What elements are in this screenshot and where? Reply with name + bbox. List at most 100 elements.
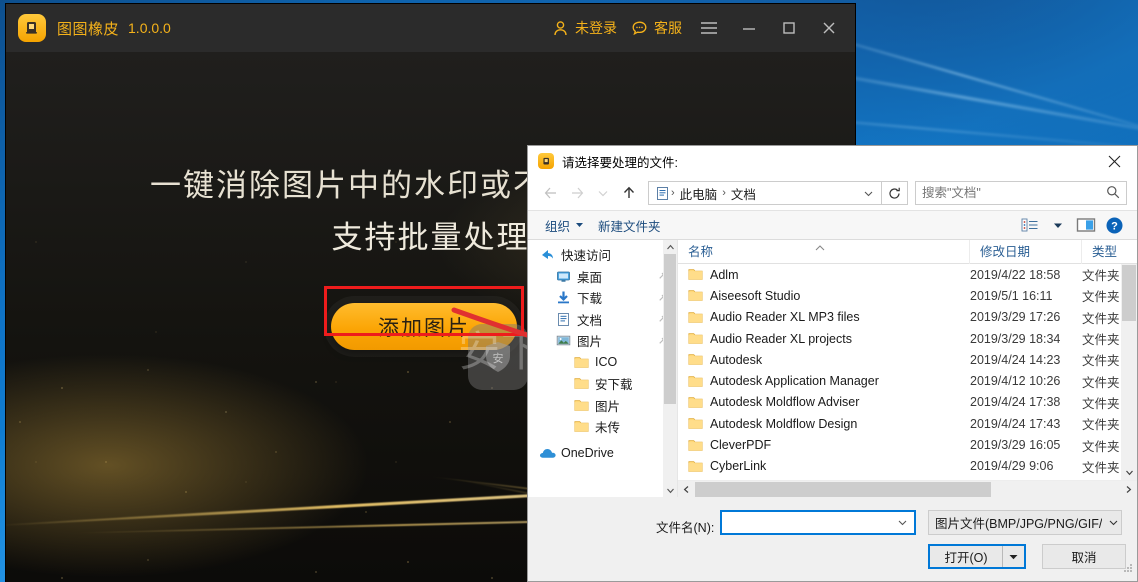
- table-row[interactable]: Autodesk Application Manager 2019/4/12 10…: [678, 370, 1137, 391]
- close-icon[interactable]: [809, 8, 849, 48]
- file-name-label: Autodesk Moldflow Design: [710, 416, 858, 431]
- folder-icon: [688, 460, 703, 473]
- nav-item-1[interactable]: 桌面: [528, 266, 677, 288]
- chevron-down-icon[interactable]: [857, 182, 879, 204]
- horizontal-scroll-thumb[interactable]: [695, 481, 991, 497]
- add-image-button[interactable]: 添加图片: [331, 303, 517, 350]
- eraser-app-icon: [538, 153, 554, 169]
- nav-item-8[interactable]: 未传: [528, 416, 677, 438]
- nav-item-0[interactable]: 快速访问: [528, 244, 677, 266]
- chevron-down-icon[interactable]: [1121, 464, 1137, 480]
- cancel-button[interactable]: 取消: [1042, 544, 1126, 569]
- nav-item-3[interactable]: 文档: [528, 309, 677, 331]
- nav-item-4[interactable]: 图片: [528, 330, 677, 352]
- folder-icon: [570, 399, 592, 412]
- minimize-icon[interactable]: [729, 8, 769, 48]
- filename-label: 文件名(N):: [656, 521, 715, 535]
- login-label: 未登录: [575, 20, 617, 36]
- nav-item-9[interactable]: OneDrive: [528, 443, 677, 465]
- open-split-caret-down-icon[interactable]: [1002, 546, 1024, 567]
- column-header-date[interactable]: 修改日期: [970, 239, 1082, 264]
- folder-icon: [688, 375, 703, 388]
- table-row[interactable]: Aiseesoft Studio 2019/5/1 16:11 文件夹: [678, 285, 1137, 306]
- file-type-filter-dropdown[interactable]: 图片文件(BMP/JPG/PNG/GIF/: [928, 510, 1122, 535]
- nav-item-7[interactable]: 图片: [528, 395, 677, 417]
- file-name-cell: CleverPDF: [678, 438, 970, 452]
- column-header-type[interactable]: 类型: [1082, 240, 1138, 264]
- resize-grip[interactable]: [1122, 561, 1134, 579]
- chevron-down-icon[interactable]: [892, 513, 912, 533]
- recent-locations-chevron-down-icon[interactable]: [590, 180, 616, 206]
- breadcrumb[interactable]: › 此电脑 › 文档: [648, 181, 882, 205]
- close-icon[interactable]: [1091, 146, 1137, 176]
- sort-ascending-icon: [814, 241, 826, 255]
- horizontal-scrollbar[interactable]: [678, 480, 1137, 497]
- nav-item-2[interactable]: 下载: [528, 287, 677, 309]
- file-name-label: Autodesk Moldflow Adviser: [710, 395, 860, 410]
- pictures-icon: [552, 333, 574, 348]
- breadcrumb-item-1[interactable]: 文档: [726, 184, 761, 203]
- nav-item-5[interactable]: ICO: [528, 352, 677, 374]
- support-button[interactable]: 客服: [624, 14, 689, 42]
- view-options-icon[interactable]: [1017, 214, 1043, 236]
- file-list-scrollbar[interactable]: [1121, 264, 1137, 480]
- folder-icon: [688, 439, 703, 452]
- filename-field[interactable]: [727, 515, 892, 530]
- horizontal-scroll-track[interactable]: [695, 481, 1120, 498]
- nav-item-6[interactable]: 安下载: [528, 373, 677, 395]
- chevron-left-icon[interactable]: [678, 481, 695, 498]
- chevron-down-icon[interactable]: [1108, 517, 1119, 528]
- folder-icon: [688, 311, 703, 324]
- chevron-right-icon[interactable]: [1120, 481, 1137, 498]
- file-name-cell: Autodesk Application Manager: [678, 374, 970, 388]
- open-button[interactable]: 打开(O): [928, 544, 1026, 569]
- table-row[interactable]: CleverPDF 2019/3/29 16:05 文件夹: [678, 434, 1137, 455]
- table-row[interactable]: CyberLink 2019/4/29 9:06 文件夹: [678, 456, 1137, 477]
- table-row[interactable]: Adlm 2019/4/22 18:58 文件夹: [678, 264, 1137, 285]
- navigation-scroll-thumb[interactable]: [664, 254, 676, 404]
- arrow-up-icon[interactable]: [616, 180, 642, 206]
- table-row[interactable]: Autodesk Moldflow Design 2019/4/24 17:43 文…: [678, 413, 1137, 434]
- nav-item-label: 下载: [577, 292, 603, 307]
- hamburger-menu-icon[interactable]: [689, 8, 729, 48]
- maximize-icon[interactable]: [769, 8, 809, 48]
- arrow-right-icon[interactable]: [564, 180, 590, 206]
- arrow-left-icon[interactable]: [538, 180, 564, 206]
- folder-icon: [570, 377, 592, 390]
- breadcrumb-item-0[interactable]: 此电脑: [675, 184, 723, 203]
- file-name-cell: Adlm: [678, 268, 970, 282]
- dialog-title: 请选择要处理的文件:: [562, 155, 678, 170]
- preview-pane-icon[interactable]: [1073, 214, 1099, 236]
- table-row[interactable]: Audio Reader XL MP3 files 2019/3/29 17:26…: [678, 307, 1137, 328]
- nav-item-label: 未传: [595, 421, 621, 436]
- refresh-icon[interactable]: [882, 181, 908, 205]
- nav-item-label: 安下载: [595, 378, 633, 393]
- table-row[interactable]: Audio Reader XL projects 2019/3/29 18:34 文…: [678, 328, 1137, 349]
- search-field[interactable]: [922, 186, 1106, 200]
- app-title-bar: 图图橡皮 1.0.0.0 未登录 客服: [6, 4, 855, 52]
- app-version: 1.0.0.0: [128, 20, 171, 36]
- view-caret-down-icon[interactable]: [1045, 214, 1071, 236]
- file-name-label: Audio Reader XL MP3 files: [710, 310, 860, 325]
- table-row[interactable]: Autodesk Moldflow Adviser 2019/4/24 17:38…: [678, 392, 1137, 413]
- chevron-up-icon[interactable]: [666, 240, 675, 254]
- new-folder-button[interactable]: 新建文件夹: [591, 213, 668, 238]
- folder-icon: [688, 289, 703, 302]
- nav-item-label: 图片: [595, 399, 621, 414]
- search-input[interactable]: [915, 181, 1127, 205]
- support-label: 客服: [654, 20, 682, 36]
- file-date-cell: 2019/4/12 10:26: [970, 374, 1061, 389]
- organize-button[interactable]: 组织: [538, 213, 591, 238]
- login-button[interactable]: 未登录: [545, 14, 624, 42]
- file-list-scroll-thumb[interactable]: [1122, 265, 1136, 321]
- file-date-cell: 2019/4/22 18:58: [970, 267, 1061, 282]
- filename-input[interactable]: [720, 510, 916, 535]
- chevron-down-icon[interactable]: [666, 483, 675, 497]
- nav-item-label: 文档: [577, 313, 603, 328]
- folder-icon: [688, 332, 703, 345]
- downloads-icon: [552, 290, 574, 305]
- navigation-list: 快速访问 桌面 下载 文档 图片 ICO 安下载 图片 未传 OneDrive: [528, 240, 677, 464]
- help-icon[interactable]: ?: [1101, 214, 1127, 236]
- table-row[interactable]: Autodesk 2019/4/24 14:23 文件夹: [678, 349, 1137, 370]
- file-name-cell: Aiseesoft Studio: [678, 289, 970, 303]
